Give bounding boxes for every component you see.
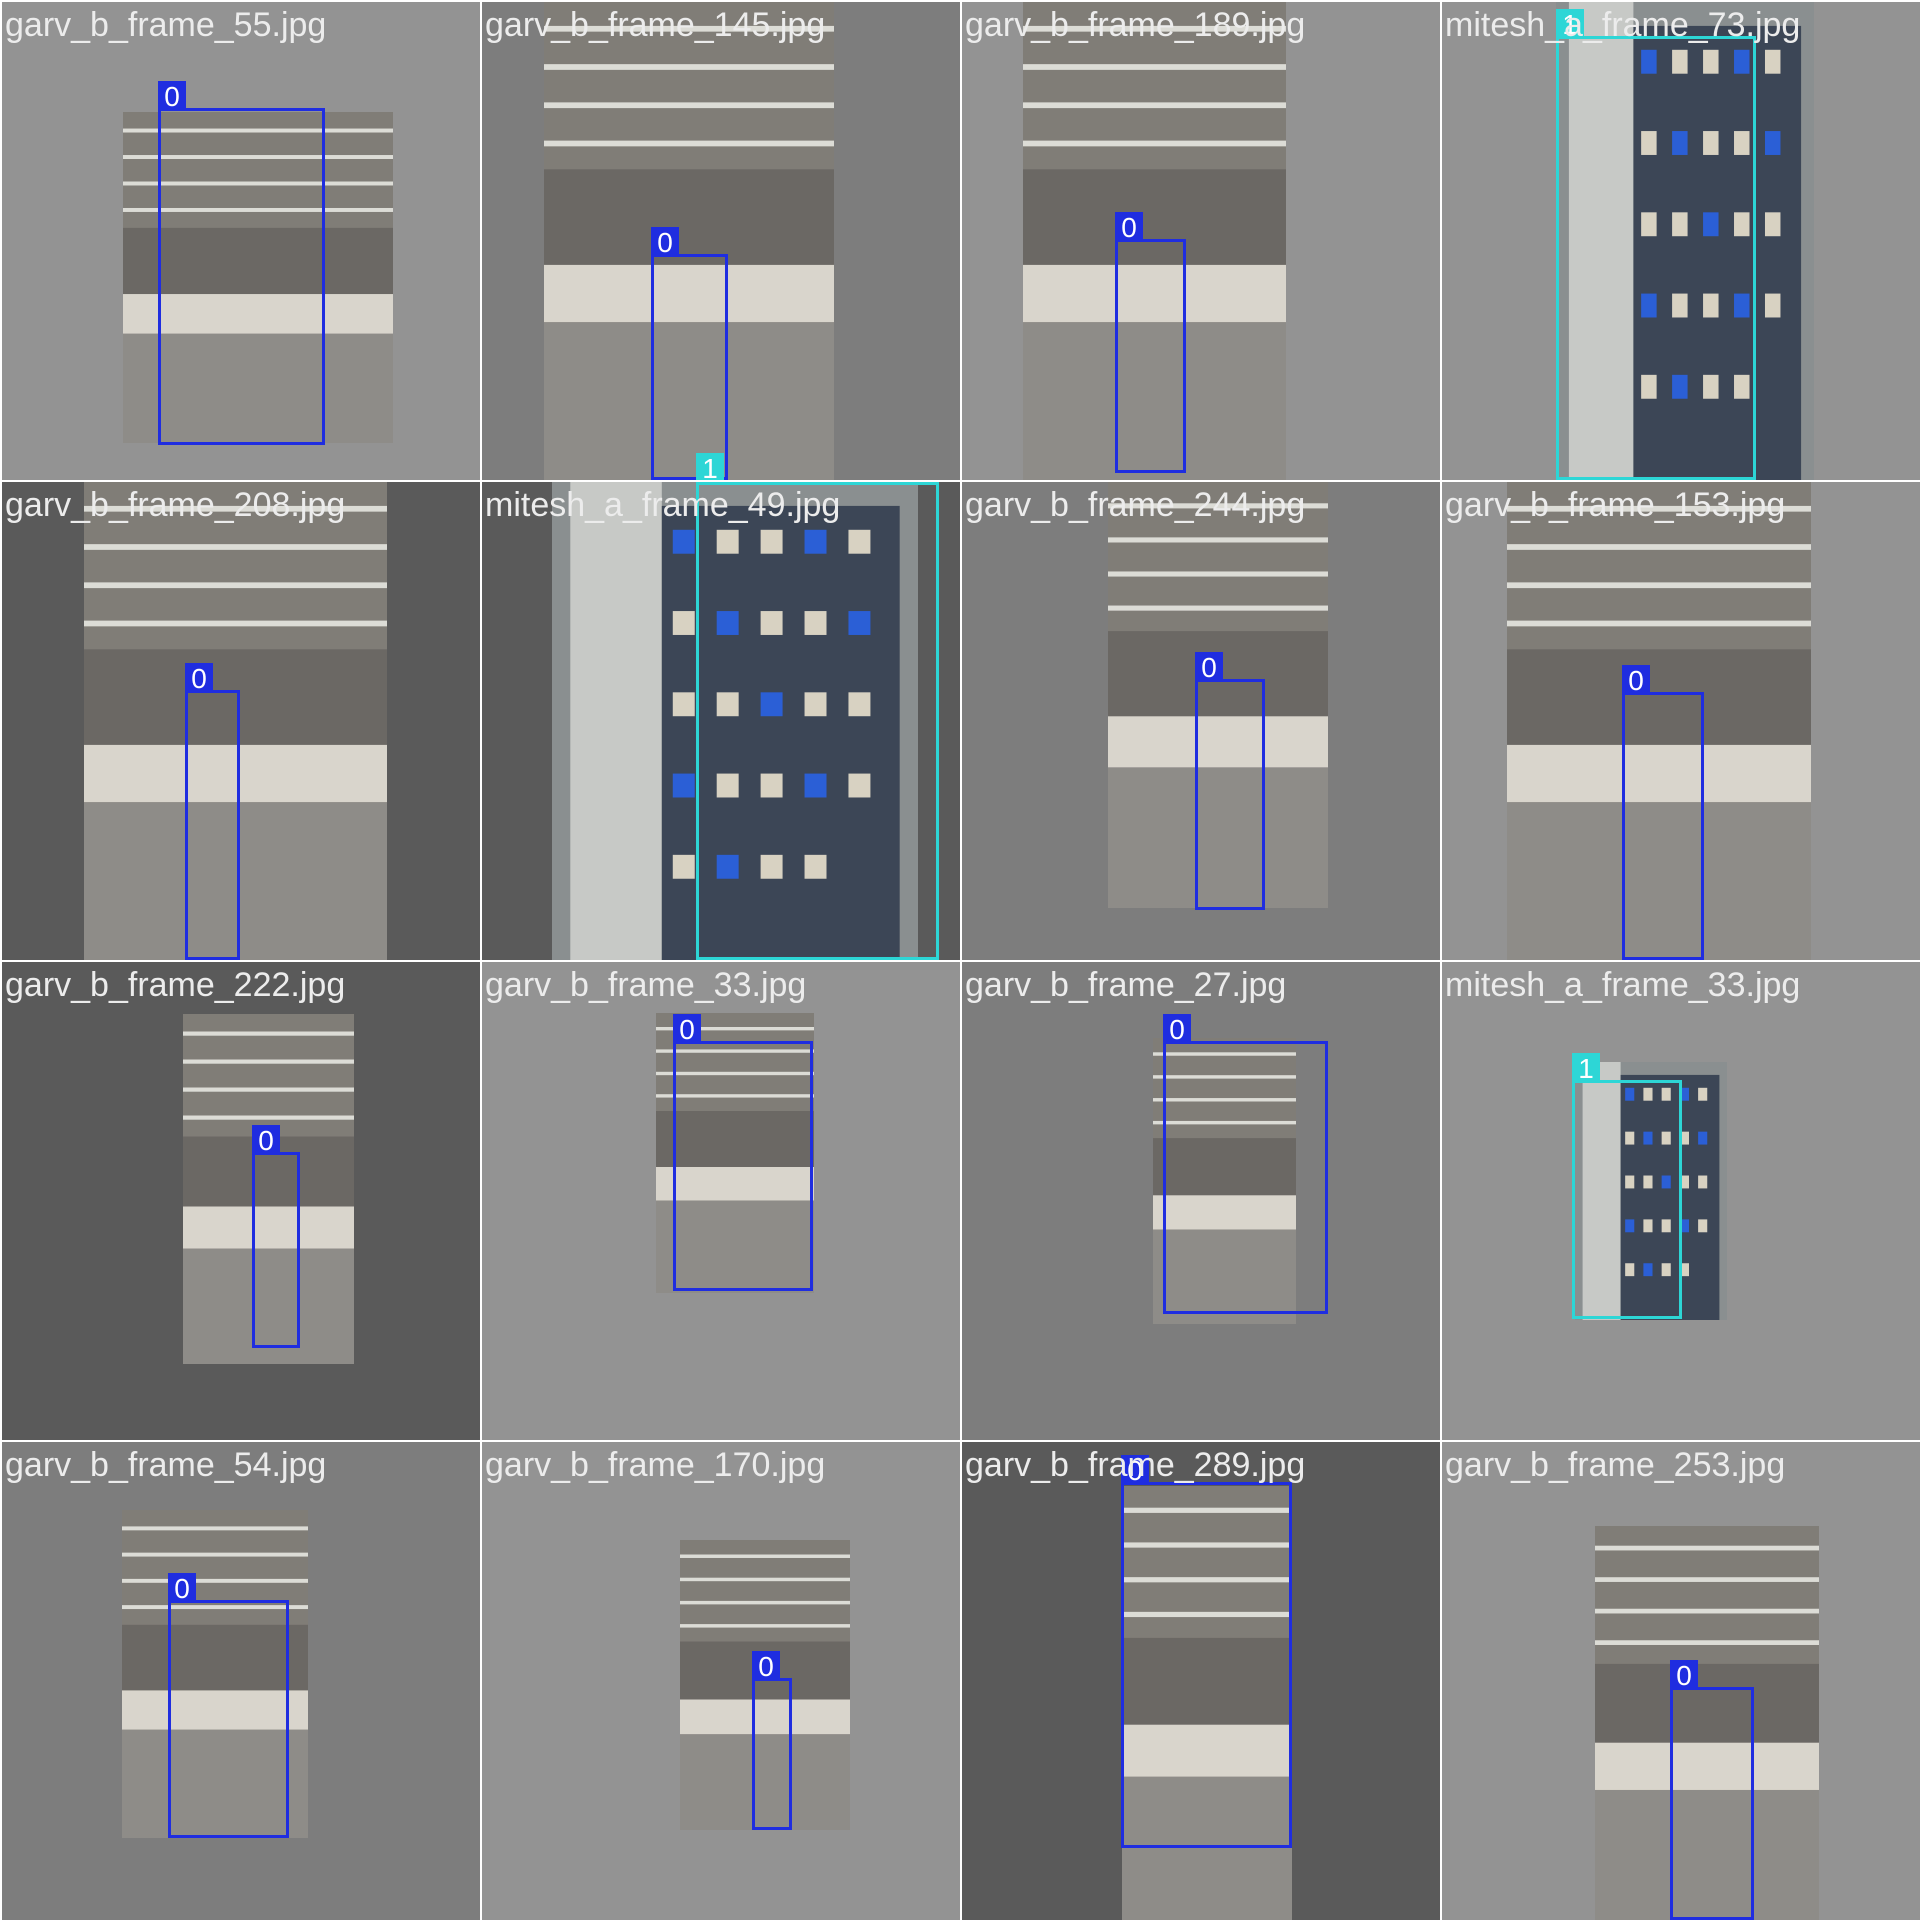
frame-filename: garv_b_frame_289.jpg (965, 1446, 1306, 1484)
class-tag: 0 (651, 227, 679, 258)
tile-mitesh-a-frame-73: 1 mitesh_a_frame_73.jpg (1442, 2, 1920, 480)
bbox: 0 (185, 663, 240, 960)
frame-filename: garv_b_frame_189.jpg (965, 6, 1306, 44)
tile-garv-b-frame-54: 0 garv_b_frame_54.jpg (2, 1442, 480, 1920)
frame-filename: garv_b_frame_153.jpg (1445, 486, 1786, 524)
tile-garv-b-frame-153: 0 garv_b_frame_153.jpg (1442, 482, 1920, 960)
class-tag: 0 (1670, 1660, 1698, 1691)
tile-garv-b-frame-208: 0 garv_b_frame_208.jpg (2, 482, 480, 960)
class-tag: 0 (185, 663, 213, 694)
tile-mitesh-a-frame-33: 1 mitesh_a_frame_33.jpg (1442, 962, 1920, 1440)
bbox: 0 (168, 1573, 289, 1838)
frame-filename: garv_b_frame_27.jpg (965, 966, 1287, 1004)
bbox: 0 (752, 1651, 792, 1830)
tile-garv-b-frame-244: 0 garv_b_frame_244.jpg (962, 482, 1440, 960)
tile-garv-b-frame-55: 0 garv_b_frame_55.jpg (2, 2, 480, 480)
frame-filename: garv_b_frame_54.jpg (5, 1446, 327, 1484)
tile-garv-b-frame-33: 0 garv_b_frame_33.jpg (482, 962, 960, 1440)
tile-garv-b-frame-289: 0 garv_b_frame_289.jpg (962, 1442, 1440, 1920)
tile-mitesh-a-frame-49: mitesh_a_frame_49.jpg (482, 482, 960, 960)
frame-filename: mitesh_a_frame_49.jpg (485, 486, 841, 524)
frame-filename: garv_b_frame_244.jpg (965, 486, 1306, 524)
frame-filename: garv_b_frame_145.jpg (485, 6, 826, 44)
frame-filename: garv_b_frame_253.jpg (1445, 1446, 1786, 1484)
bbox: 0 (1670, 1660, 1754, 1920)
class-tag: 0 (1115, 212, 1143, 243)
class-tag: 1 (1572, 1053, 1600, 1084)
frame-filename: mitesh_a_frame_73.jpg (1445, 6, 1801, 44)
class-tag: 0 (1195, 652, 1223, 683)
bbox: 0 (651, 227, 728, 480)
class-tag: 1 (696, 453, 724, 480)
frame-filename: garv_b_frame_170.jpg (485, 1446, 826, 1484)
bbox: 1 (1572, 1053, 1682, 1319)
bbox: 0 (1163, 1014, 1328, 1314)
class-tag: 0 (168, 1573, 196, 1604)
tile-garv-b-frame-170: 0 garv_b_frame_170.jpg (482, 1442, 960, 1920)
class-tag: 0 (752, 1651, 780, 1682)
bbox: 0 (1195, 652, 1265, 910)
detection-mosaic: 0 garv_b_frame_55.jpg 0 1 garv_b_frame_1… (0, 0, 1920, 1920)
tile-garv-b-frame-27: 0 garv_b_frame_27.jpg (962, 962, 1440, 1440)
frame-filename: mitesh_a_frame_33.jpg (1445, 966, 1801, 1004)
bbox: 0 (1121, 1455, 1292, 1848)
bbox: 0 (1622, 665, 1704, 960)
bbox: 0 (1115, 212, 1186, 473)
tile-garv-b-frame-222: 0 garv_b_frame_222.jpg (2, 962, 480, 1440)
bbox: 0 (158, 81, 325, 445)
class-tag: 0 (673, 1014, 701, 1045)
tile-garv-b-frame-145: 0 1 garv_b_frame_145.jpg (482, 2, 960, 480)
class-tag: 0 (1163, 1014, 1191, 1045)
frame-filename: garv_b_frame_55.jpg (5, 6, 327, 44)
frame-filename: garv_b_frame_222.jpg (5, 966, 346, 1004)
tile-garv-b-frame-253: 0 garv_b_frame_253.jpg (1442, 1442, 1920, 1920)
bbox (696, 482, 939, 960)
bbox: 1 (1556, 9, 1756, 480)
bbox: 0 (673, 1014, 813, 1291)
class-tag: 0 (252, 1125, 280, 1156)
class-tag: 0 (1622, 665, 1650, 696)
tile-garv-b-frame-189: 0 garv_b_frame_189.jpg (962, 2, 1440, 480)
class-tag: 0 (158, 81, 186, 112)
bbox: 0 (252, 1125, 300, 1348)
frame-filename: garv_b_frame_33.jpg (485, 966, 807, 1004)
frame-filename: garv_b_frame_208.jpg (5, 486, 346, 524)
